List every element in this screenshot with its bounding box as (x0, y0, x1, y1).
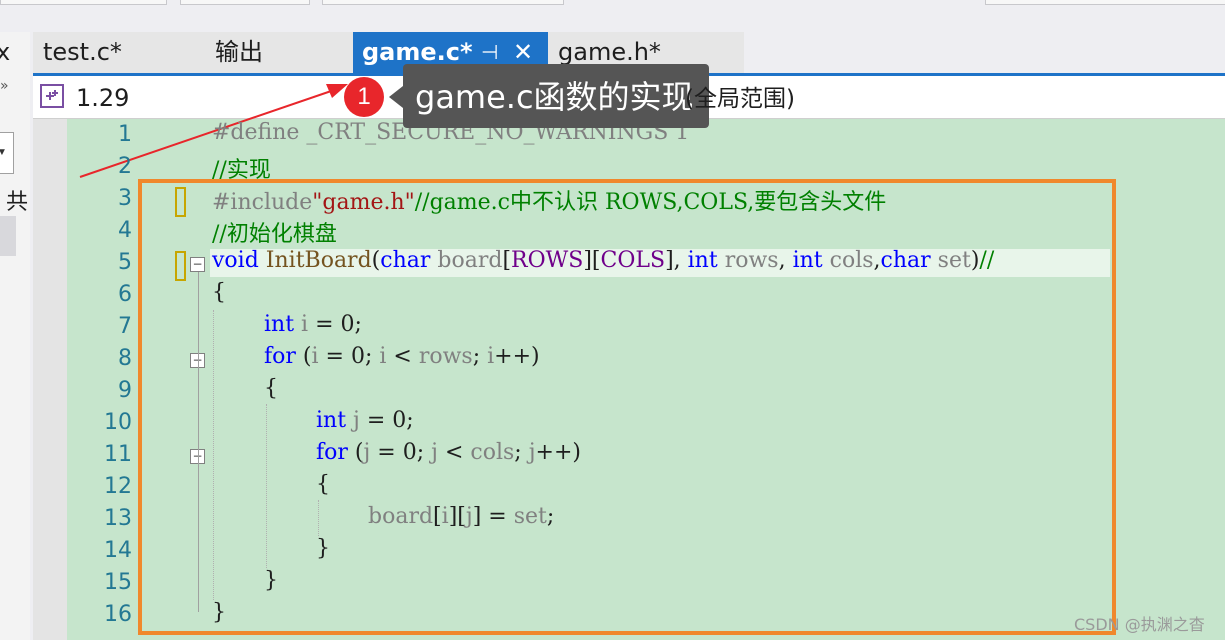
tab-test-c[interactable]: test.c* (43, 32, 122, 73)
line-number: 1 (118, 122, 132, 147)
line-number: 8 (118, 346, 132, 371)
line-number: 12 (104, 474, 132, 499)
callout-text: game.c函数的实现 (415, 78, 694, 116)
line-number: 14 (104, 538, 132, 563)
toolbar-box[interactable] (985, 0, 1225, 5)
tab-label: 输出 (215, 38, 263, 66)
callout-tail (389, 86, 403, 108)
tab-output[interactable]: 输出 (215, 32, 263, 73)
sidebar-arrow-icon[interactable]: » (0, 78, 9, 94)
scope-dropdown[interactable]: (全局范围) (685, 83, 795, 115)
sidebar-fragment: 共 (6, 190, 29, 215)
chevron-down-icon: ▼ (0, 147, 7, 158)
sidebar-dropdown[interactable]: ▼ (0, 132, 14, 174)
sidebar-fragment: x (0, 38, 11, 66)
toolbar-box[interactable] (322, 0, 564, 5)
sidebar-selected-item[interactable] (0, 216, 16, 256)
toolbar-box[interactable] (180, 0, 310, 5)
tab-label: test.c* (43, 38, 122, 66)
left-sidebar: x » ▼ 共 (0, 32, 30, 640)
line-number: 4 (118, 218, 132, 243)
annotation-highlight-box (138, 179, 1116, 635)
line-number: 9 (118, 378, 132, 403)
line-number: 6 (118, 282, 132, 307)
watermark: CSDN @执渊之杳 (1074, 615, 1205, 634)
line-number: 5 (118, 250, 132, 275)
editor-margin (33, 119, 67, 640)
line-number: 7 (118, 314, 132, 339)
project-icon (40, 84, 64, 108)
tab-label: game.h* (558, 38, 661, 66)
line-number: 16 (104, 602, 132, 627)
line-number: 13 (104, 506, 132, 531)
line-number: 3 (118, 186, 132, 211)
line-number: 10 (104, 410, 132, 435)
toolbar-box[interactable] (0, 0, 167, 5)
line-number: 11 (104, 442, 132, 467)
annotation-badge: 1 (344, 77, 384, 117)
line-number: 2 (118, 154, 132, 179)
line-number: 15 (104, 570, 132, 595)
